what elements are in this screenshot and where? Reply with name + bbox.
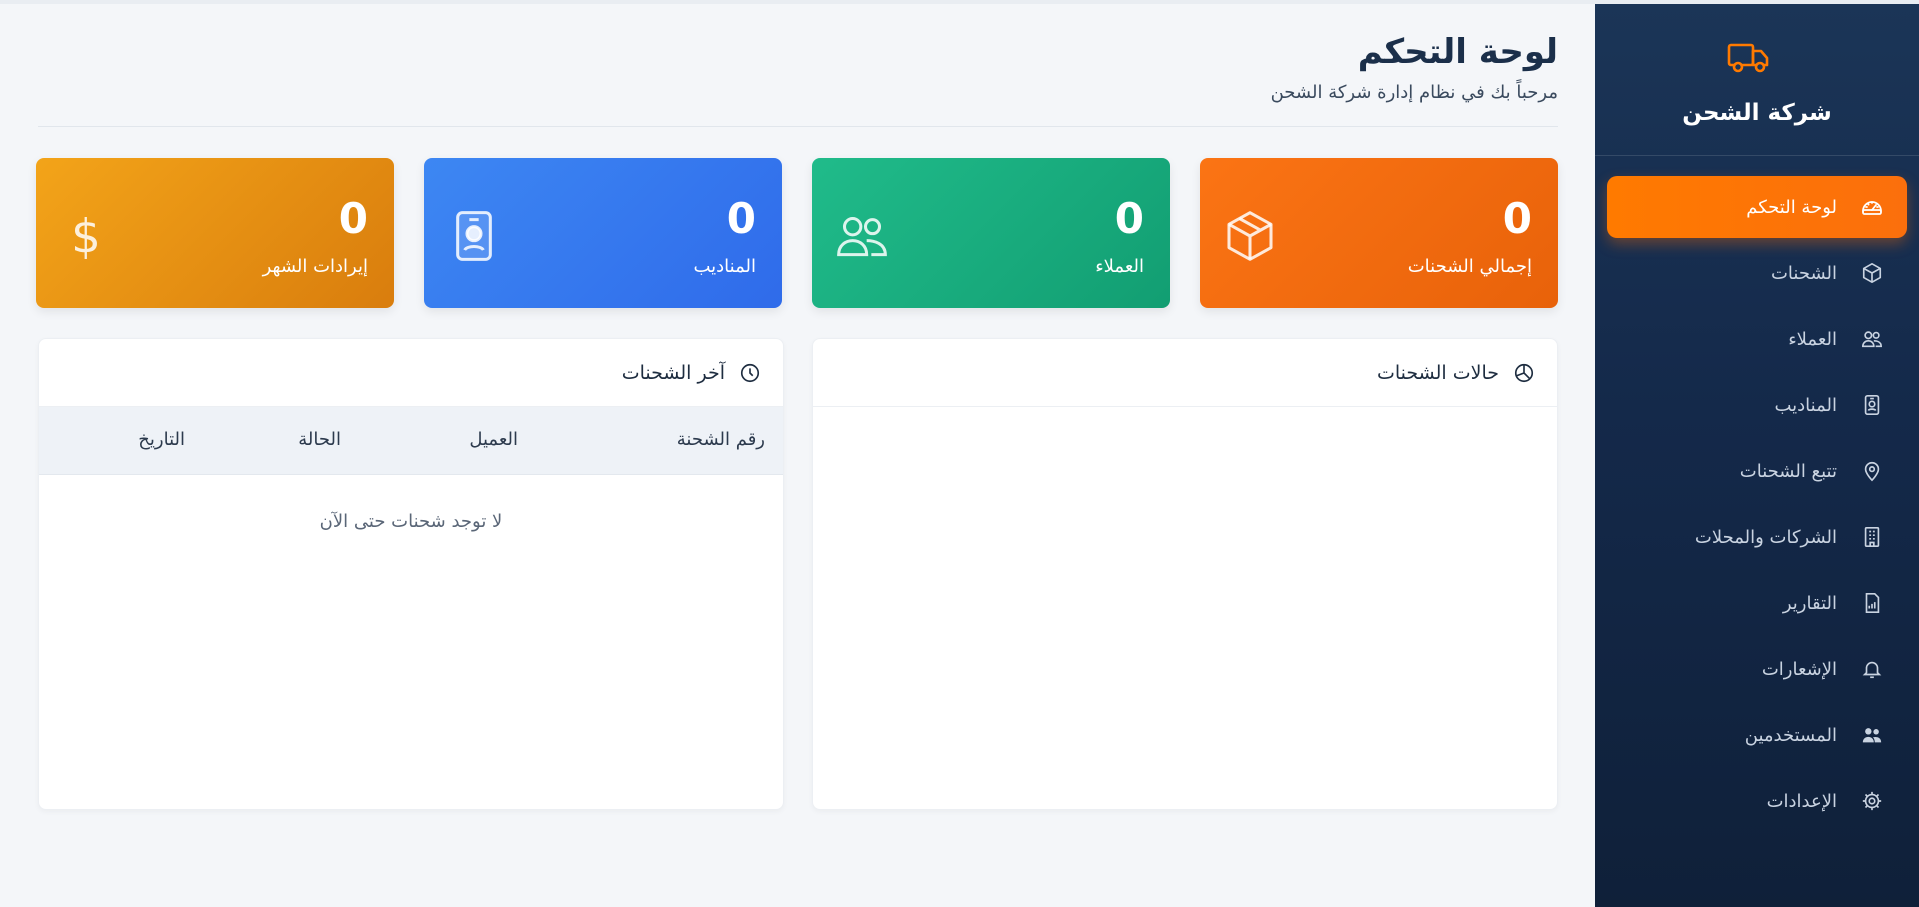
speedometer-icon <box>1859 194 1885 220</box>
sidebar-item-notifications[interactable]: الإشعارات <box>1607 638 1907 700</box>
brand: شركة الشحن <box>1595 4 1919 156</box>
sidebar-item-settings[interactable]: الإعدادات <box>1607 770 1907 832</box>
people-icon <box>834 208 890 264</box>
stat-card-customers[interactable]: 0 العملاء <box>812 158 1170 308</box>
dollar-icon: $ <box>58 208 114 264</box>
sidebar-item-label: التقارير <box>1782 592 1837 614</box>
sidebar-item-label: تتبع الشحنات <box>1739 460 1837 482</box>
stat-value: 0 <box>1502 194 1532 243</box>
clock-icon <box>737 361 761 385</box>
stat-card-total-shipments[interactable]: 0 إجمالي الشحنات <box>1200 158 1558 308</box>
panel-header: آخر الشحنات <box>39 339 783 407</box>
column-header-customer: العميل <box>469 429 518 450</box>
sidebar: شركة الشحن لوحة التحكم الشحنات العملاء ا… <box>1595 4 1919 907</box>
bell-icon <box>1859 656 1885 682</box>
truck-icon <box>1726 40 1772 76</box>
column-header-date: التاريخ <box>138 429 185 450</box>
stat-value: 0 <box>726 194 756 243</box>
sidebar-item-label: الإعدادات <box>1766 790 1837 812</box>
sidebar-item-reports[interactable]: التقارير <box>1607 572 1907 634</box>
users-icon <box>1859 722 1885 748</box>
stat-label: المناديب <box>693 256 756 277</box>
building-icon <box>1859 524 1885 550</box>
box-icon <box>1859 260 1885 286</box>
sidebar-item-label: الشحنات <box>1770 262 1837 284</box>
panel-title: آخر الشحنات <box>621 361 725 384</box>
panel-title: حالات الشحنات <box>1377 361 1499 384</box>
sidebar-item-users[interactable]: المستخدمين <box>1607 704 1907 766</box>
sidebar-item-couriers[interactable]: المناديب <box>1607 374 1907 436</box>
sidebar-item-label: الشركات والمحلات <box>1694 526 1837 548</box>
sidebar-item-label: المستخدمين <box>1744 724 1837 746</box>
column-header-shipment-number: رقم الشحنة <box>676 429 765 450</box>
map-pin-icon <box>1859 458 1885 484</box>
stat-value: 0 <box>338 194 368 243</box>
stat-label: العملاء <box>1095 256 1144 277</box>
stat-card-couriers[interactable]: 0 المناديب <box>424 158 782 308</box>
sidebar-item-customers[interactable]: العملاء <box>1607 308 1907 370</box>
pie-chart-icon <box>1511 361 1535 385</box>
sidebar-item-shipments[interactable]: الشحنات <box>1607 242 1907 304</box>
box-icon <box>1222 208 1278 264</box>
column-header-status: الحالة <box>298 429 341 450</box>
sidebar-item-label: لوحة التحكم <box>1746 196 1837 218</box>
stat-card-monthly-revenue[interactable]: 0 إيرادات الشهر $ <box>36 158 394 308</box>
panel-header: حالات الشحنات <box>813 339 1557 407</box>
sidebar-item-tracking[interactable]: تتبع الشحنات <box>1607 440 1907 502</box>
shipment-status-panel: حالات الشحنات <box>812 338 1558 810</box>
svg-text:$: $ <box>71 210 101 264</box>
recent-shipments-panel: آخر الشحنات رقم الشحنة العميل الحالة الت… <box>38 338 784 810</box>
sidebar-item-companies[interactable]: الشركات والمحلات <box>1607 506 1907 568</box>
report-icon <box>1859 590 1885 616</box>
badge-icon <box>1859 392 1885 418</box>
stat-value: 0 <box>1114 194 1144 243</box>
people-icon <box>1859 326 1885 352</box>
empty-state-message: لا توجد شحنات حتى الآن <box>319 511 503 532</box>
sidebar-item-label: العملاء <box>1788 328 1837 350</box>
sidebar-item-label: المناديب <box>1774 394 1837 416</box>
brand-name: شركة الشحن <box>1682 100 1832 126</box>
stat-label: إجمالي الشحنات <box>1407 256 1532 277</box>
table-header-row: رقم الشحنة العميل الحالة التاريخ <box>39 407 783 475</box>
sidebar-item-label: الإشعارات <box>1761 658 1837 680</box>
page-title: لوحة التحكم <box>1357 32 1558 72</box>
page-subtitle: مرحباً بك في نظام إدارة شركة الشحن <box>1270 82 1558 103</box>
badge-icon <box>446 208 502 264</box>
stat-label: إيرادات الشهر <box>262 256 368 277</box>
gear-icon <box>1859 788 1885 814</box>
sidebar-item-dashboard[interactable]: لوحة التحكم <box>1607 176 1907 238</box>
header-divider <box>38 126 1558 127</box>
